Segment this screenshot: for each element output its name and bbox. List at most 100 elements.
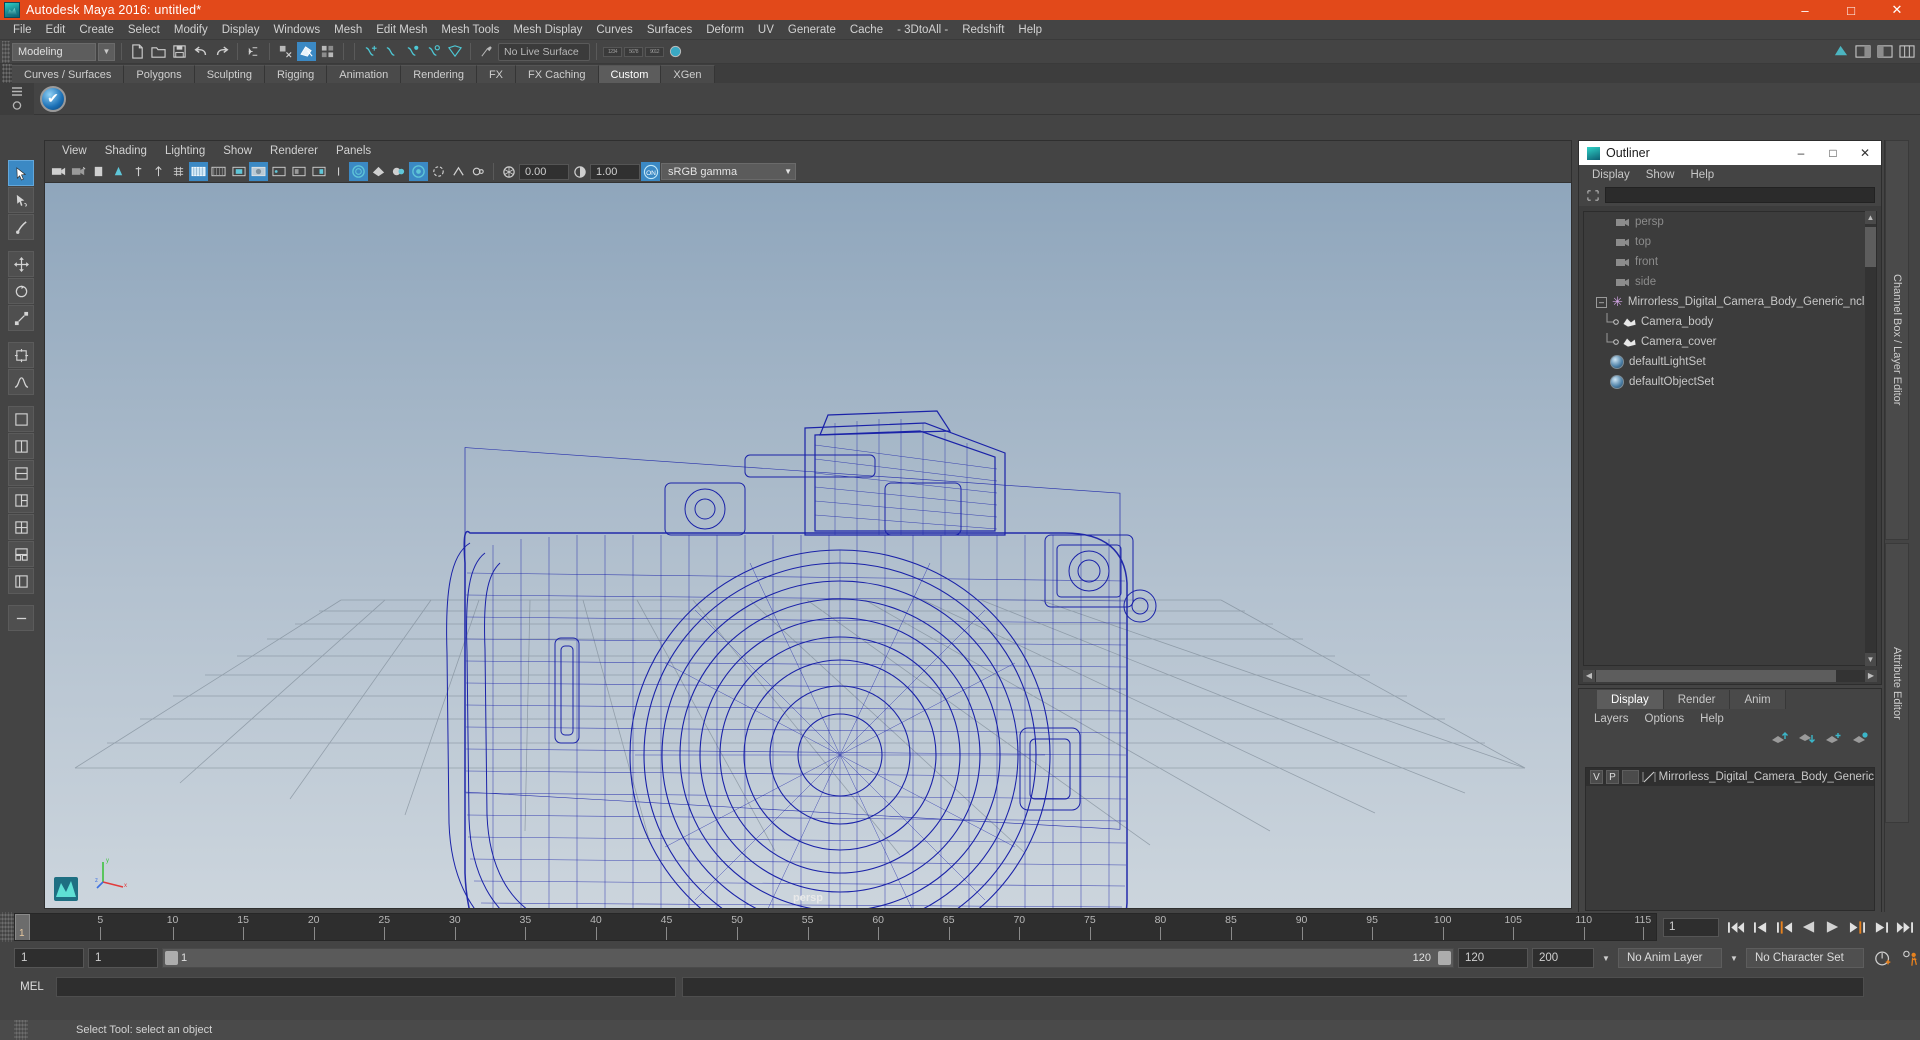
lock-camera-icon[interactable] xyxy=(69,162,88,181)
redo-icon[interactable] xyxy=(212,42,231,61)
play-forwards-icon[interactable] xyxy=(1823,919,1842,936)
menu-uv[interactable]: UV xyxy=(751,22,781,38)
new-layer-from-selected-icon[interactable] xyxy=(1852,731,1869,745)
menu-surfaces[interactable]: Surfaces xyxy=(640,22,699,38)
step-forward-key-icon[interactable] xyxy=(1847,919,1866,936)
viewport-canvas[interactable]: persp y x z xyxy=(45,183,1571,908)
outliner-maximize-button[interactable]: □ xyxy=(1817,141,1849,165)
time-slider-playhead[interactable]: 1 xyxy=(15,914,30,940)
shelf-tab-xgen[interactable]: XGen xyxy=(661,65,715,83)
close-button[interactable]: ✕ xyxy=(1874,0,1920,20)
layer-playback-toggle[interactable]: P xyxy=(1605,770,1619,784)
anim-layer-chevron-icon[interactable]: ▼ xyxy=(1726,948,1742,968)
scale-tool-icon[interactable] xyxy=(8,305,34,331)
menu-create[interactable]: Create xyxy=(72,22,121,38)
range-right-handle[interactable] xyxy=(1438,951,1451,965)
select-tool-icon[interactable] xyxy=(8,160,34,186)
viewport-menu-lighting[interactable]: Lighting xyxy=(156,144,214,158)
shelf-tab-sculpting[interactable]: Sculpting xyxy=(194,65,265,83)
go-to-start-icon[interactable] xyxy=(1727,919,1746,936)
use-default-material-icon[interactable] xyxy=(329,162,348,181)
shelf-tab-curves-surfaces[interactable]: Curves / Surfaces xyxy=(12,65,125,83)
outliner-menu-display[interactable]: Display xyxy=(1585,168,1637,182)
menuset-selector[interactable]: Modeling xyxy=(12,42,96,61)
menu-edit-mesh[interactable]: Edit Mesh xyxy=(369,22,434,38)
time-slider-track[interactable]: 1 5 10 15 20 25 30 35 40 45 50 55 60 65 … xyxy=(14,913,1657,941)
move-layer-up-icon[interactable] xyxy=(1771,731,1788,745)
layer-visibility-toggle[interactable]: V xyxy=(1590,770,1603,784)
outliner-item-camera-cover[interactable]: Camera_cover xyxy=(1584,332,1876,352)
scroll-up-icon[interactable]: ▲ xyxy=(1865,211,1876,224)
command-language-label[interactable]: MEL xyxy=(14,981,50,993)
shelf-tab-polygons[interactable]: Polygons xyxy=(124,65,195,83)
lasso-select-tool-icon[interactable] xyxy=(8,187,34,213)
numeric-input-field-3[interactable]: 9012 xyxy=(645,46,664,57)
snap-to-point-icon[interactable] xyxy=(403,42,422,61)
save-scene-icon[interactable] xyxy=(170,42,189,61)
outliner-close-button[interactable]: ✕ xyxy=(1849,141,1881,165)
outliner-item-front[interactable]: front xyxy=(1584,252,1876,272)
outliner-item-default-object-set[interactable]: defaultObjectSet xyxy=(1584,372,1876,392)
single-pane-layout-icon[interactable] xyxy=(8,406,34,432)
new-scene-icon[interactable] xyxy=(128,42,147,61)
viewport-menu-panels[interactable]: Panels xyxy=(327,144,380,158)
menuset-dropdown-icon[interactable]: ▼ xyxy=(98,42,115,61)
shelf-options-menu[interactable] xyxy=(0,82,34,115)
undo-icon[interactable] xyxy=(191,42,210,61)
outliner-item-side[interactable]: side xyxy=(1584,272,1876,292)
scrollbar-thumb[interactable] xyxy=(1865,227,1876,267)
two-pane-stacked-layout-icon[interactable] xyxy=(8,460,34,486)
range-start-time-field[interactable]: 1 xyxy=(88,948,158,968)
menu-file[interactable]: File xyxy=(6,22,39,38)
shelf-tab-fx[interactable]: FX xyxy=(476,65,517,83)
range-left-handle[interactable] xyxy=(165,951,178,965)
statusline-grip[interactable] xyxy=(2,40,10,63)
show-hide-tool-settings-icon[interactable] xyxy=(1875,42,1894,61)
select-by-component-icon[interactable] xyxy=(318,42,337,61)
animation-start-time-field[interactable]: 1 xyxy=(14,948,84,968)
depth-of-field-icon[interactable] xyxy=(469,162,488,181)
two-pane-side-layout-icon[interactable] xyxy=(8,433,34,459)
layer-menu-help[interactable]: Help xyxy=(1693,712,1731,726)
side-tab-channel-box-layer-editor[interactable]: Channel Box / Layer Editor xyxy=(1885,140,1909,540)
numeric-input-field-1[interactable]: 1234 xyxy=(603,46,622,57)
four-pane-layout-icon[interactable] xyxy=(8,514,34,540)
play-backwards-icon[interactable] xyxy=(1799,919,1818,936)
shelf-tab-custom[interactable]: Custom xyxy=(598,65,662,83)
select-by-object-type-icon[interactable] xyxy=(276,42,295,61)
shadows-icon[interactable] xyxy=(389,162,408,181)
outliner-tree[interactable]: persp top front side – ✳ Mirrorless_Digi… xyxy=(1583,211,1877,666)
side-tab-attribute-editor[interactable]: Attribute Editor xyxy=(1885,543,1909,823)
hypergraph-layout-icon[interactable] xyxy=(8,541,34,567)
show-hide-modeling-toolkit-icon[interactable] xyxy=(1831,42,1850,61)
show-hide-attribute-editor-icon[interactable] xyxy=(1853,42,1872,61)
gamma-field[interactable]: 1.00 xyxy=(590,163,640,180)
motion-blur-icon[interactable] xyxy=(429,162,448,181)
step-forward-frame-icon[interactable] xyxy=(1871,919,1890,936)
menu-mesh[interactable]: Mesh xyxy=(327,22,369,38)
shelf-button-checkmark-icon[interactable]: ✔ xyxy=(40,85,66,112)
make-live-icon[interactable] xyxy=(477,42,496,61)
help-line-grip[interactable] xyxy=(14,1020,28,1040)
move-tool-icon[interactable] xyxy=(8,251,34,277)
range-slider-track[interactable]: 1 120 xyxy=(162,948,1454,968)
menu-mesh-display[interactable]: Mesh Display xyxy=(506,22,589,38)
auto-key-icon[interactable] xyxy=(1874,950,1893,967)
layer-color-swatch[interactable] xyxy=(1621,770,1639,784)
lighting-mode-icon[interactable] xyxy=(369,162,388,181)
menu-display[interactable]: Display xyxy=(215,22,267,38)
scroll-right-icon[interactable]: ▶ xyxy=(1865,670,1877,682)
menu-modify[interactable]: Modify xyxy=(167,22,215,38)
layer-menu-options[interactable]: Options xyxy=(1638,712,1692,726)
minimize-button[interactable]: – xyxy=(1782,0,1828,20)
shelf-tab-rendering[interactable]: Rendering xyxy=(401,65,477,83)
shelf-tab-fx-caching[interactable]: FX Caching xyxy=(516,65,599,83)
menu-generate[interactable]: Generate xyxy=(781,22,843,38)
scroll-left-icon[interactable]: ◀ xyxy=(1583,670,1595,682)
snap-to-grid-icon[interactable] xyxy=(361,42,380,61)
color-space-selector[interactable]: sRGB gamma ▼ xyxy=(661,163,796,180)
exposure-field[interactable]: 0.00 xyxy=(519,163,569,180)
playback-options-chevron-icon[interactable]: ▼ xyxy=(1598,948,1614,968)
menu-help[interactable]: Help xyxy=(1011,22,1049,38)
exposure-icon[interactable] xyxy=(499,162,518,181)
